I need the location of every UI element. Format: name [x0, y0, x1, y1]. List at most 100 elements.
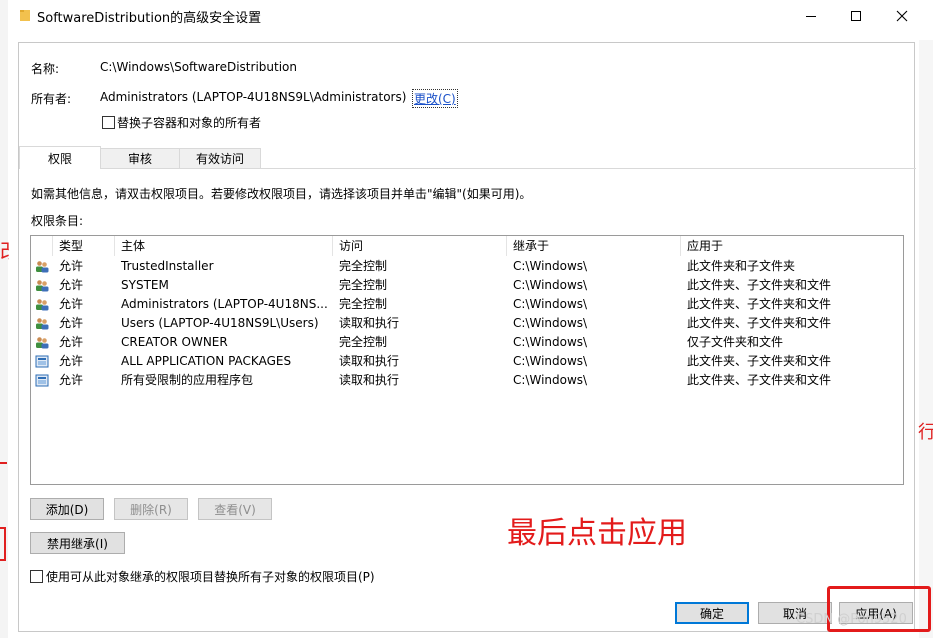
cell-inherited: C:\Windows\ [513, 278, 588, 292]
cell-principal: TrustedInstaller [121, 259, 214, 273]
column-header-inherited[interactable]: 继承于 [507, 236, 681, 256]
replace-child-checkbox[interactable] [30, 570, 43, 583]
package-icon [35, 355, 49, 368]
cell-access: 读取和执行 [339, 316, 400, 330]
cell-applies: 此文件夹、子文件夹和文件 [687, 278, 832, 292]
replace-owner-checkbox[interactable] [102, 116, 115, 129]
maximize-button[interactable] [833, 0, 879, 32]
view-button[interactable]: 查看(V) [198, 498, 272, 520]
cell-inherited: C:\Windows\ [513, 316, 588, 330]
tab-permissions-label: 权限 [47, 151, 72, 166]
close-button[interactable] [879, 0, 925, 32]
info-text: 如需其他信息，请双击权限项目。若要修改权限项目，请选择该项目并单击"编辑"(如果… [31, 187, 532, 201]
cell-access: 完全控制 [339, 297, 388, 311]
table-row[interactable]: 允许 SYSTEM 完全控制 C:\Windows\ 此文件夹、子文件夹和文件 [31, 276, 903, 295]
add-button-label: 添加(D) [45, 502, 89, 517]
cell-principal: ALL APPLICATION PACKAGES [121, 354, 292, 368]
cell-type: 允许 [59, 354, 84, 368]
cell-access: 读取和执行 [339, 354, 400, 368]
background-annotation-fragment-right: 行 [918, 422, 933, 443]
folder-icon [20, 10, 30, 21]
background-annotation-line [0, 462, 7, 464]
change-owner-link[interactable]: 更改(C) [412, 89, 458, 108]
tab-auditing[interactable]: 审核 [100, 148, 180, 168]
cell-applies: 仅子文件夹和文件 [687, 335, 784, 349]
cell-applies: 此文件夹、子文件夹和文件 [687, 316, 832, 330]
users-icon [36, 299, 49, 311]
cell-type: 允许 [59, 335, 84, 349]
ok-button-label: 确定 [699, 606, 724, 621]
users-icon [36, 337, 49, 349]
table-row[interactable]: 允许 ALL APPLICATION PACKAGES 读取和执行 C:\Window… [31, 352, 903, 371]
annotation-text: 最后点击应用 [507, 516, 687, 551]
cell-access: 完全控制 [339, 335, 388, 349]
background-window-edge-right [919, 40, 933, 638]
cell-inherited: C:\Windows\ [513, 354, 588, 368]
users-icon [36, 318, 49, 330]
cell-inherited: C:\Windows\ [513, 259, 588, 273]
cell-principal: Administrators (LAPTOP-4U18NS... [121, 297, 328, 311]
tab-divider [19, 168, 916, 169]
column-header-icon[interactable] [31, 236, 53, 256]
owner-value: Administrators (LAPTOP-4U18NS9L\Administ… [100, 90, 407, 104]
replace-child-label: 使用可从此对象继承的权限项目替换所有子对象的权限项目(P) [46, 570, 375, 584]
tab-auditing-label: 审核 [127, 152, 152, 166]
table-row[interactable]: 允许 TrustedInstaller 完全控制 C:\Windows\ 此文件夹和子文… [31, 257, 903, 276]
cell-principal: SYSTEM [121, 278, 169, 292]
minimize-button[interactable] [788, 0, 834, 32]
tab-effective-access-label: 有效访问 [195, 152, 244, 166]
cell-inherited: C:\Windows\ [513, 297, 588, 311]
cell-type: 允许 [59, 297, 84, 311]
remove-button[interactable]: 删除(R) [114, 498, 188, 520]
cell-access: 完全控制 [339, 259, 388, 273]
cell-applies: 此文件夹、子文件夹和文件 [687, 297, 832, 311]
cell-inherited: C:\Windows\ [513, 335, 588, 349]
cell-principal: 所有受限制的应用程序包 [121, 373, 254, 387]
entries-label: 权限条目: [31, 214, 84, 228]
add-button[interactable]: 添加(D) [30, 498, 104, 520]
cell-applies: 此文件夹和子文件夹 [687, 259, 796, 273]
minimize-icon [806, 16, 816, 17]
background-annotation-fragment: 改 [0, 236, 9, 266]
name-label: 名称: [31, 62, 60, 76]
watermark: CSDN @Pon9520 [796, 612, 907, 627]
background-annotation-box [0, 527, 6, 561]
package-icon [35, 374, 49, 387]
cell-inherited: C:\Windows\ [513, 373, 588, 387]
column-header-access[interactable]: 访问 [333, 236, 507, 256]
cell-applies: 此文件夹、子文件夹和文件 [687, 354, 832, 368]
window-title: SoftwareDistribution的高级安全设置 [37, 11, 262, 26]
column-header-applies[interactable]: 应用于 [681, 236, 903, 256]
column-header-principal[interactable]: 主体 [115, 236, 333, 256]
close-icon [896, 10, 908, 22]
view-button-label: 查看(V) [214, 502, 256, 517]
table-row[interactable]: 允许 Users (LAPTOP-4U18NS9L\Users) 读取和执行 C:\W… [31, 314, 903, 333]
users-icon [36, 261, 49, 273]
cell-applies: 此文件夹、子文件夹和文件 [687, 373, 832, 387]
owner-label: 所有者: [31, 92, 72, 106]
tab-effective-access[interactable]: 有效访问 [179, 148, 261, 168]
cell-type: 允许 [59, 316, 84, 330]
maximize-icon [851, 11, 861, 21]
title-bar[interactable]: SoftwareDistribution的高级安全设置 [8, 0, 933, 32]
table-row[interactable]: 允许 所有受限制的应用程序包 读取和执行 C:\Windows\ 此文件夹、子文件夹和文… [31, 371, 903, 390]
ok-button[interactable]: 确定 [675, 602, 749, 624]
security-dialog: 名称: C:\Windows\SoftwareDistribution 所有者:… [18, 42, 916, 632]
disable-inheritance-button[interactable]: 禁用继承(I) [30, 532, 125, 554]
cell-access: 读取和执行 [339, 373, 400, 387]
remove-button-label: 删除(R) [130, 502, 172, 517]
column-header-type[interactable]: 类型 [53, 236, 115, 256]
cell-type: 允许 [59, 278, 84, 292]
permissions-table[interactable]: 类型 主体 访问 继承于 应用于 允许 TrustedInstaller 完全控制 C… [30, 235, 904, 485]
table-row[interactable]: 允许 CREATOR OWNER 完全控制 C:\Windows\ 仅子文件夹和文件 [31, 333, 903, 352]
replace-owner-label: 替换子容器和对象的所有者 [117, 116, 262, 130]
cell-principal: Users (LAPTOP-4U18NS9L\Users) [121, 316, 319, 330]
cell-type: 允许 [59, 259, 84, 273]
table-row[interactable]: 允许 Administrators (LAPTOP-4U18NS... 完全控制 C:… [31, 295, 903, 314]
tab-permissions[interactable]: 权限 [19, 146, 101, 169]
users-icon [36, 280, 49, 292]
cell-type: 允许 [59, 373, 84, 387]
cell-principal: CREATOR OWNER [121, 335, 228, 349]
disable-inheritance-label: 禁用继承(I) [47, 536, 108, 551]
name-value: C:\Windows\SoftwareDistribution [100, 60, 297, 74]
